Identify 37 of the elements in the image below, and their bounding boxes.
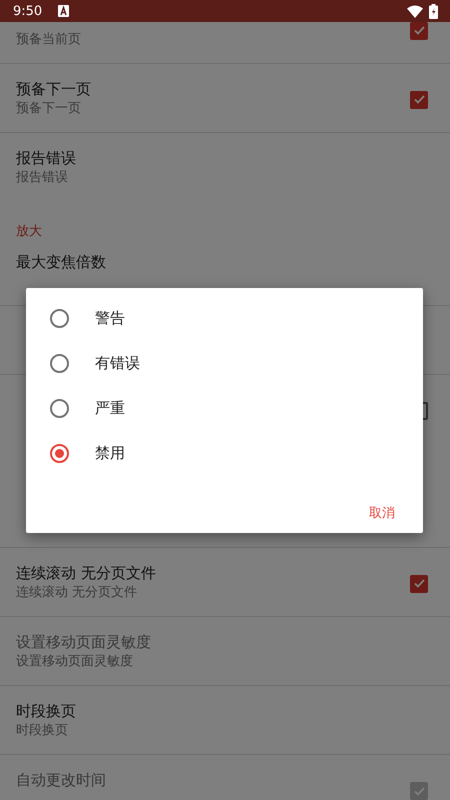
checkbox[interactable] xyxy=(410,574,428,592)
checkbox[interactable] xyxy=(410,22,428,40)
setting-subtitle: 连续滚动 无分页文件 xyxy=(16,584,138,602)
radio-button[interactable] xyxy=(50,354,69,373)
notification-icon xyxy=(58,5,70,17)
status-time: 9:50 xyxy=(13,4,42,18)
setting-subtitle: 预备下一页 xyxy=(16,100,82,118)
checkbox[interactable] xyxy=(410,90,428,108)
settings-item[interactable]: 连续滚动 无分页文件 连续滚动 无分页文件 xyxy=(0,548,450,617)
setting-title: 预备下一页 xyxy=(16,79,92,99)
check-icon xyxy=(414,95,424,104)
settings-item[interactable]: 报告错误 报告错误 xyxy=(0,133,450,202)
radio-option[interactable]: 严重 xyxy=(26,386,423,431)
setting-title: 时段换页 xyxy=(16,701,77,721)
radio-option[interactable]: 禁用 xyxy=(26,431,423,476)
setting-title: 报告错误 xyxy=(16,148,77,168)
wifi-icon xyxy=(407,4,423,18)
setting-subtitle: 报告错误 xyxy=(16,169,69,187)
setting-title: 设置移动页面灵敏度 xyxy=(16,632,152,652)
battery-icon xyxy=(429,4,438,18)
check-icon xyxy=(414,26,424,35)
radio-button[interactable] xyxy=(50,399,69,418)
cancel-button[interactable]: 取消 xyxy=(357,496,407,530)
setting-subtitle: 时段换页 xyxy=(16,722,69,740)
settings-item[interactable]: 时段换页 时段换页 xyxy=(0,686,450,755)
radio-option[interactable]: 有错误 xyxy=(26,341,423,386)
setting-title: 自动更改时间 xyxy=(16,770,107,790)
radio-button[interactable] xyxy=(50,444,69,463)
setting-title: 最大变焦倍数 xyxy=(16,252,107,272)
setting-subtitle: 设置移动页面灵敏度 xyxy=(16,653,134,671)
check-icon xyxy=(414,786,424,796)
section-header: 放大 xyxy=(16,224,42,239)
setting-subtitle: 预备当前页 xyxy=(16,31,82,49)
check-icon xyxy=(414,579,424,588)
radio-button[interactable] xyxy=(50,309,69,328)
settings-item[interactable]: 预备下一页 预备下一页 xyxy=(0,64,450,133)
setting-title: 连续滚动 无分页文件 xyxy=(16,563,157,583)
